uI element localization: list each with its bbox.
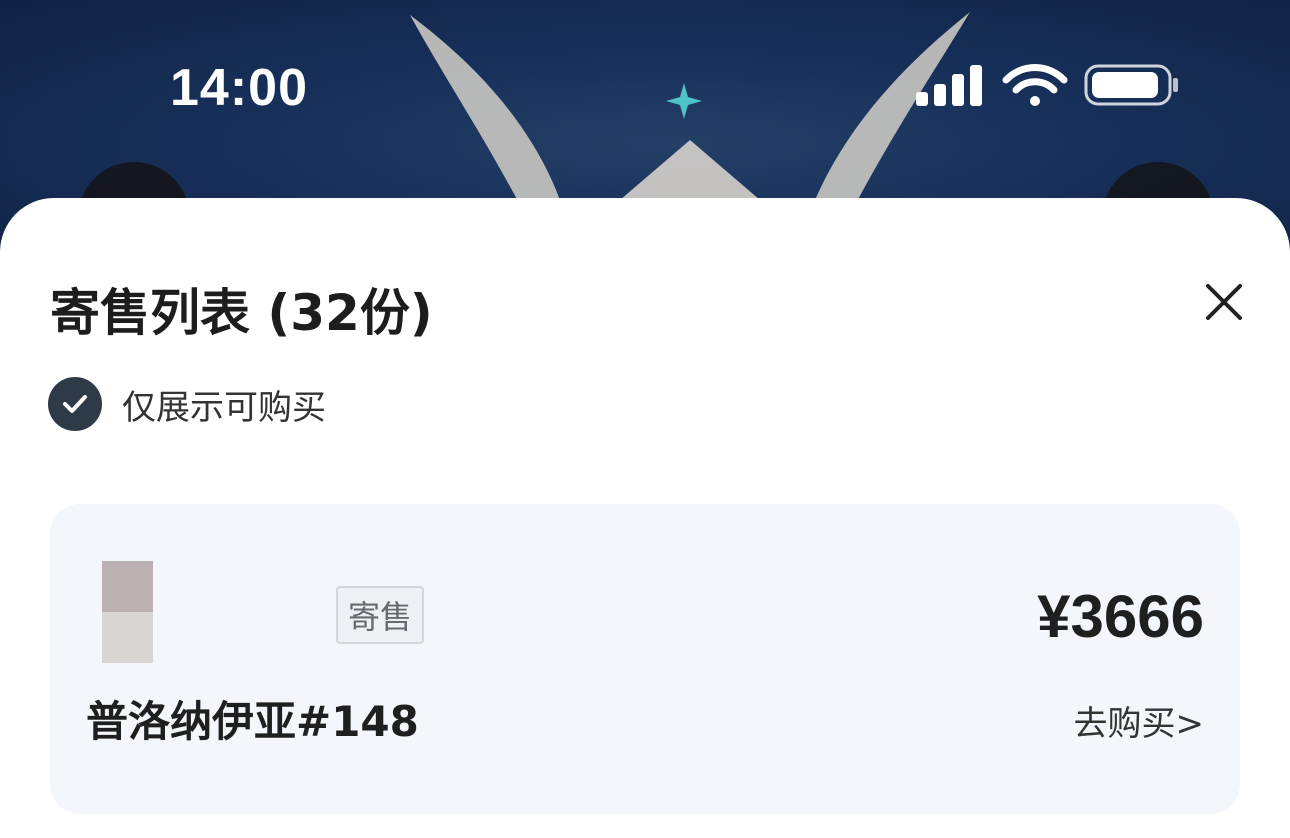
consignment-tag: 寄售 [336,586,425,644]
status-icons [914,62,1184,110]
item-thumbnail [102,561,153,663]
sheet-title: 寄售列表 (32份) [50,284,433,342]
checkbox-checked-icon[interactable] [48,377,102,431]
signal-bars-icon [916,65,982,106]
filter-label: 仅展示可购买 [122,387,326,428]
only-purchasable-filter[interactable]: 仅展示可购买 [48,376,326,432]
battery-icon [1084,64,1178,106]
status-time: 14:00 [170,59,308,117]
wifi-icon [1002,64,1068,106]
close-icon [1206,284,1242,320]
item-name: 普洛纳伊亚#148 [86,697,419,746]
listing-card[interactable]: 寄售 普洛纳伊亚#148 ¥3666 去购买> [50,504,1240,814]
item-price: ¥3666 [1037,583,1204,650]
consignment-sheet: 寄售列表 (32份) 仅展示可购买 寄售 普洛纳伊亚#148 ¥3666 去购买… [0,198,1290,838]
close-button[interactable] [1196,274,1252,330]
buy-link[interactable]: 去购买> [1074,696,1205,745]
